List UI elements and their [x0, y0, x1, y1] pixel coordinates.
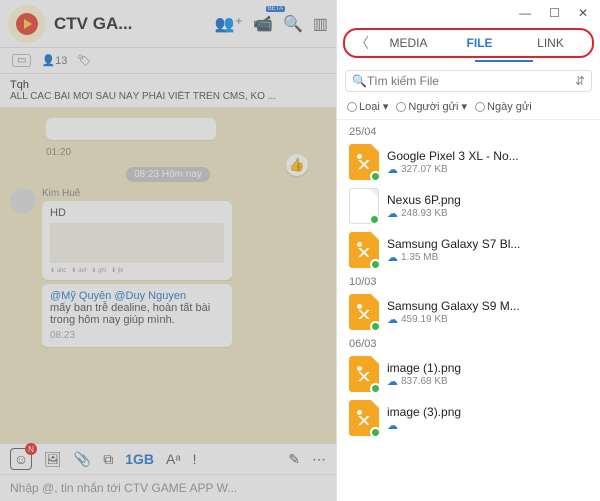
chat-header: CTV GA... 👥⁺ 📹 🔍 ▥: [0, 0, 336, 48]
maximize-icon[interactable]: ☐: [549, 6, 560, 20]
file-name: image (3).png: [387, 405, 588, 419]
group-avatar[interactable]: [8, 5, 46, 43]
file-type-icon: [349, 400, 379, 436]
sticker-icon[interactable]: ☺: [10, 448, 32, 470]
pinned-message[interactable]: Tqh ALL CÁC BÀI MỚI SAU NÀY PHẢI VIẾT TR…: [0, 74, 336, 108]
filter-row: Loại ▾ Người gửi ▾ Ngày gửi: [337, 96, 600, 120]
composer-toolbar: ☺ 🖼 📎 ⧉ 1GB Aᵃ ! ✎ ⋯: [0, 444, 336, 475]
date-label: 10/03: [337, 272, 600, 290]
file-size: ☁: [387, 419, 588, 432]
file-size: ☁459.19 KB: [387, 313, 588, 326]
file-name: Samsung Galaxy S9 M...: [387, 299, 588, 313]
chat-title: CTV GA...: [54, 14, 146, 34]
image-icon[interactable]: 🖼: [44, 451, 62, 468]
file-size: ☁1.35 MB: [387, 251, 588, 264]
large-file-icon[interactable]: 1GB: [125, 451, 154, 467]
side-panel: — ☐ ✕ 〈 MEDIA FILE LINK 🔍 ⇵ Loại ▾ Người…: [336, 0, 600, 501]
cloud-icon: ☁: [387, 207, 398, 220]
file-item[interactable]: image (1).png☁837.68 KB: [337, 352, 600, 396]
tab-link[interactable]: LINK: [515, 36, 586, 50]
file-item[interactable]: image (3).png☁: [337, 396, 600, 440]
message-bubble[interactable]: @Mỹ Quyên @Duy Nguyen mấy ban trễ dealin…: [42, 284, 232, 347]
chat-subheader: ▭ 👤13 🏷: [0, 48, 336, 74]
video-call-icon[interactable]: 📹: [253, 14, 273, 34]
tab-indicator: [475, 60, 533, 62]
filter-sender[interactable]: Người gửi ▾: [396, 100, 467, 113]
tab-file[interactable]: FILE: [444, 36, 515, 50]
cloud-icon: ☁: [387, 163, 398, 176]
composer: ☺ 🖼 📎 ⧉ 1GB Aᵃ ! ✎ ⋯ Nhập @, tin nhắn tớ…: [0, 443, 336, 501]
file-type-icon: [349, 294, 379, 330]
message-bubble[interactable]: HD ⬇ abc ⬇ def ⬇ ghi ⬇ jkl: [42, 201, 232, 280]
cloud-icon: ☁: [387, 419, 398, 432]
file-size: ☁837.68 KB: [387, 375, 588, 388]
category-icon[interactable]: ▭: [12, 54, 31, 67]
mention[interactable]: @Duy Nguyen: [114, 290, 186, 302]
file-type-icon: [349, 188, 379, 224]
file-item[interactable]: Google Pixel 3 XL - No...☁327.07 KB: [337, 140, 600, 184]
chat-panel: CTV GA... 👥⁺ 📹 🔍 ▥ ▭ 👤13 🏷 Tqh ALL CÁC B…: [0, 0, 336, 501]
date-label: 25/04: [337, 122, 600, 140]
file-name: image (1).png: [387, 361, 588, 375]
file-size: ☁327.07 KB: [387, 163, 588, 176]
react-button[interactable]: 👍: [286, 154, 308, 176]
sort-icon[interactable]: ⇵: [575, 74, 585, 88]
screenshot-icon[interactable]: ⧉: [103, 451, 113, 468]
search-input[interactable]: [367, 74, 575, 88]
cloud-icon: ☁: [387, 313, 398, 326]
message-row: Kim Huê HD ⬇ abc ⬇ def ⬇ ghi ⬇ jkl @Mỹ Q…: [10, 188, 326, 347]
message-time: 01:20: [46, 147, 326, 158]
file-item[interactable]: Samsung Galaxy S9 M...☁459.19 KB: [337, 290, 600, 334]
sender-name: Kim Huê: [42, 188, 326, 199]
priority-icon[interactable]: !: [193, 451, 197, 467]
image-attachment[interactable]: [50, 223, 224, 263]
add-member-icon[interactable]: 👥⁺: [215, 14, 243, 34]
filter-type[interactable]: Loại ▾: [347, 100, 388, 113]
more-icon[interactable]: ⋯: [312, 451, 326, 468]
back-icon[interactable]: 〈: [351, 33, 373, 53]
members-count[interactable]: 👤13: [41, 54, 67, 67]
file-item[interactable]: Samsung Galaxy S7 Bl...☁1.35 MB: [337, 228, 600, 272]
format-icon[interactable]: Aᵃ: [166, 451, 181, 467]
message-bubble[interactable]: [46, 118, 216, 140]
search-icon: 🔍: [352, 74, 367, 88]
attach-icon[interactable]: 📎: [74, 451, 91, 468]
file-name: Samsung Galaxy S7 Bl...: [387, 237, 588, 251]
message-text: HD: [50, 207, 224, 219]
filter-date[interactable]: Ngày gửi: [475, 101, 532, 113]
file-type-icon: [349, 144, 379, 180]
window-controls: — ☐ ✕: [337, 0, 600, 26]
file-name: Google Pixel 3 XL - No...: [387, 149, 588, 163]
close-icon[interactable]: ✕: [578, 6, 588, 20]
day-separator: 08:23 Hôm nay: [10, 164, 326, 182]
file-type-icon: [349, 356, 379, 392]
file-size: ☁248.93 KB: [387, 207, 588, 220]
message-input[interactable]: Nhập @, tin nhắn tới CTV GAME APP W...: [0, 475, 336, 501]
file-type-icon: [349, 232, 379, 268]
tab-media[interactable]: MEDIA: [373, 36, 444, 50]
message-text: mấy ban trễ dealine, hoàn tất bài trong …: [50, 302, 210, 326]
pinned-author: Tqh: [10, 79, 326, 91]
search-chat-icon[interactable]: 🔍: [283, 14, 303, 34]
draw-icon[interactable]: ✎: [288, 451, 300, 468]
file-list: 25/04Google Pixel 3 XL - No...☁327.07 KB…: [337, 120, 600, 501]
file-item[interactable]: Nexus 6P.png☁248.93 KB: [337, 184, 600, 228]
cloud-icon: ☁: [387, 375, 398, 388]
user-avatar[interactable]: [10, 188, 36, 214]
pinned-text: ALL CÁC BÀI MỚI SAU NÀY PHẢI VIẾT TRÊN C…: [10, 91, 326, 102]
search-box[interactable]: 🔍 ⇵: [345, 70, 592, 92]
message-time: 08:23: [50, 330, 224, 341]
chat-body: 👍 01:20 08:23 Hôm nay Kim Huê HD ⬇ abc ⬇…: [0, 108, 336, 448]
file-name: Nexus 6P.png: [387, 193, 588, 207]
mention[interactable]: @Mỹ Quyên: [50, 290, 111, 302]
tag-icon[interactable]: 🏷: [77, 54, 91, 67]
sidebar-toggle-icon[interactable]: ▥: [313, 14, 328, 34]
date-label: 06/03: [337, 334, 600, 352]
attachment-meta: ⬇ abc ⬇ def ⬇ ghi ⬇ jkl: [50, 267, 224, 274]
cloud-icon: ☁: [387, 251, 398, 264]
minimize-icon[interactable]: —: [519, 6, 531, 20]
media-tabs: 〈 MEDIA FILE LINK: [343, 28, 594, 58]
